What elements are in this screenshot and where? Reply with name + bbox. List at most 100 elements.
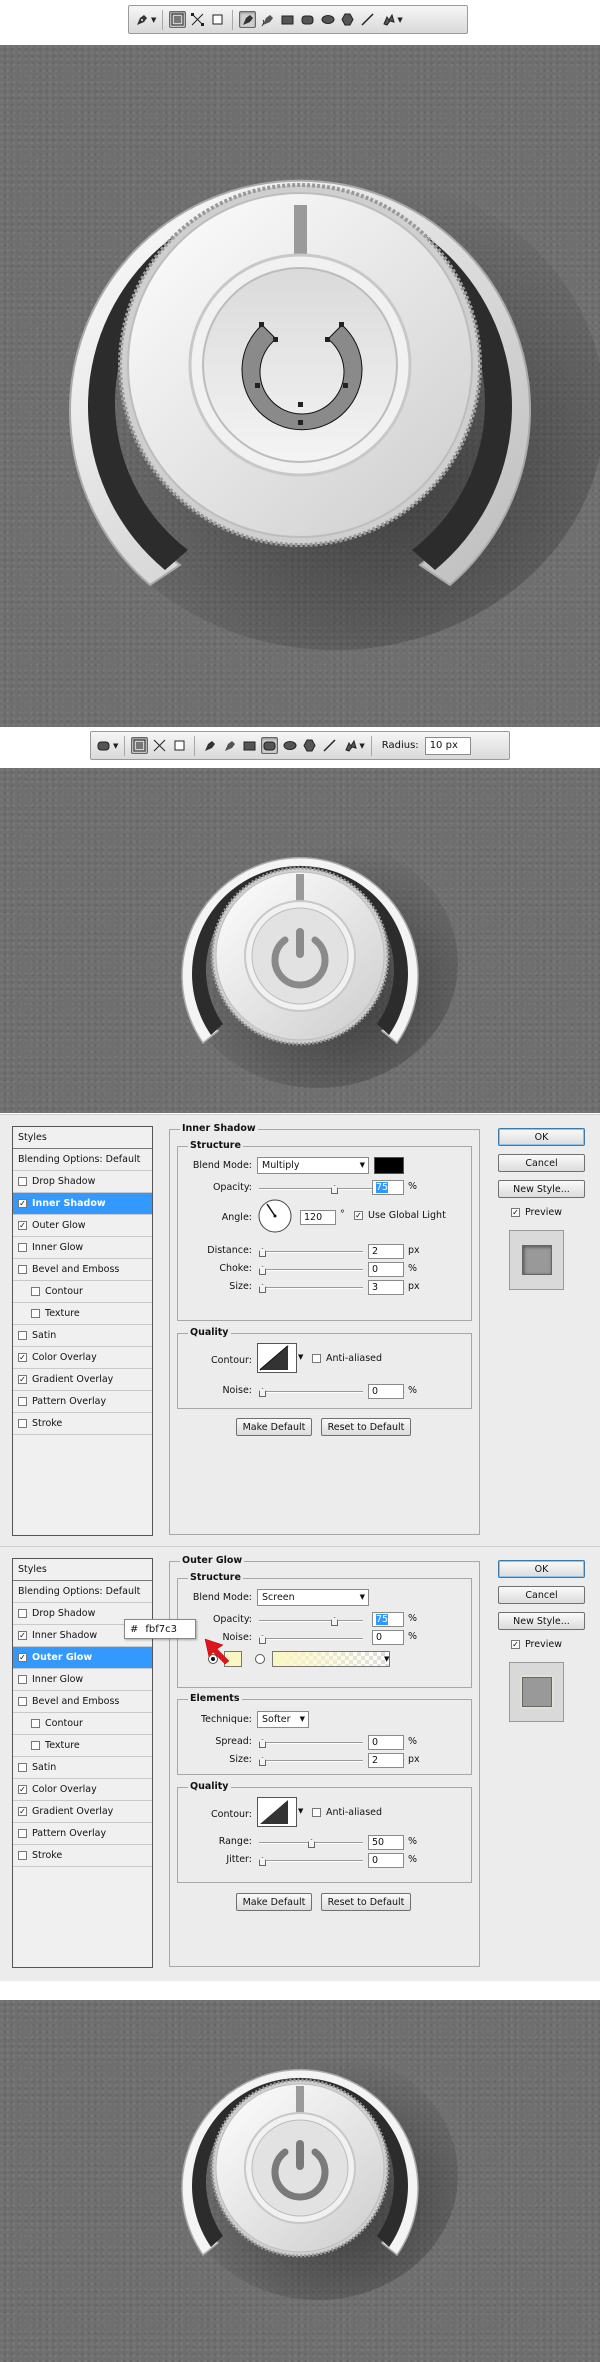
fill-pixels-icon[interactable] bbox=[209, 11, 226, 28]
checkbox-icon[interactable] bbox=[18, 1763, 27, 1772]
preview-checkbox[interactable]: ✓ Preview bbox=[511, 1639, 562, 1650]
line-icon[interactable] bbox=[321, 737, 338, 754]
pen-icon[interactable] bbox=[239, 11, 257, 28]
contour-picker[interactable] bbox=[257, 1343, 297, 1373]
distance-input[interactable]: 2 bbox=[368, 1244, 404, 1259]
preview-checkbox[interactable]: ✓ Preview bbox=[511, 1207, 562, 1218]
spread-slider[interactable] bbox=[259, 1742, 363, 1744]
checkbox-icon[interactable] bbox=[31, 1309, 40, 1318]
noise-input[interactable]: 0 bbox=[368, 1384, 404, 1399]
style-item-inner-shadow[interactable]: ✓ Inner Shadow bbox=[13, 1193, 152, 1215]
style-item-pattern-overlay[interactable]: Pattern Overlay bbox=[13, 1823, 152, 1845]
blend-mode-select[interactable]: Multiply ▼ bbox=[257, 1157, 369, 1174]
checkbox-checked-icon[interactable]: ✓ bbox=[18, 1807, 27, 1816]
jitter-slider[interactable] bbox=[259, 1860, 363, 1862]
shadow-color-swatch[interactable] bbox=[374, 1157, 404, 1174]
checkbox-icon[interactable] bbox=[18, 1697, 27, 1706]
new-style-button[interactable]: New Style... bbox=[498, 1180, 585, 1198]
checkbox-icon[interactable] bbox=[18, 1331, 27, 1340]
checkbox-icon[interactable] bbox=[18, 1265, 27, 1274]
chevron-down-icon[interactable]: ▼ bbox=[384, 1655, 389, 1663]
angle-dial[interactable] bbox=[257, 1198, 293, 1234]
style-item-color-overlay[interactable]: ✓ Color Overlay bbox=[13, 1779, 152, 1801]
polygon-icon[interactable] bbox=[301, 737, 318, 754]
checkbox-icon[interactable] bbox=[18, 1829, 27, 1838]
checkbox-icon[interactable] bbox=[18, 1675, 27, 1684]
rounded-rectangle-icon[interactable] bbox=[299, 11, 316, 28]
custom-shape-icon[interactable] bbox=[379, 11, 396, 28]
reset-to-default-button[interactable]: Reset to Default bbox=[321, 1893, 411, 1911]
checkbox-icon[interactable] bbox=[31, 1719, 40, 1728]
checkbox-icon[interactable] bbox=[31, 1287, 40, 1296]
chevron-down-icon[interactable]: ▼ bbox=[151, 16, 156, 24]
size-slider[interactable] bbox=[259, 1760, 363, 1762]
cancel-button[interactable]: Cancel bbox=[498, 1586, 585, 1604]
distance-slider[interactable] bbox=[259, 1251, 363, 1253]
style-item-inner-glow[interactable]: Inner Glow bbox=[13, 1669, 152, 1691]
checkbox-icon[interactable] bbox=[18, 1609, 27, 1618]
rounded-rectangle-icon[interactable] bbox=[261, 737, 279, 754]
chevron-down-icon[interactable]: ▼ bbox=[298, 1807, 303, 1815]
ok-button[interactable]: OK bbox=[498, 1128, 585, 1146]
style-item-texture[interactable]: Texture bbox=[13, 1735, 152, 1757]
checkbox-checked-icon[interactable]: ✓ bbox=[18, 1375, 27, 1384]
choke-input[interactable]: 0 bbox=[368, 1262, 404, 1277]
opacity-input[interactable]: 75 bbox=[372, 1180, 404, 1195]
style-item-satin[interactable]: Satin bbox=[13, 1325, 152, 1347]
pen-tool-icon[interactable] bbox=[133, 11, 150, 28]
style-item-bevel-and-emboss[interactable]: Bevel and Emboss bbox=[13, 1259, 152, 1281]
checkbox-checked-icon[interactable]: ✓ bbox=[18, 1785, 27, 1794]
checkbox-checked-icon[interactable]: ✓ bbox=[18, 1631, 27, 1640]
style-item-styles[interactable]: Styles bbox=[13, 1127, 152, 1149]
style-item-contour[interactable]: Contour bbox=[13, 1281, 152, 1303]
size-input[interactable]: 3 bbox=[368, 1280, 404, 1295]
noise-slider[interactable] bbox=[259, 1391, 363, 1393]
style-item-outer-glow[interactable]: ✓ Outer Glow bbox=[13, 1215, 152, 1237]
make-default-button[interactable]: Make Default bbox=[236, 1418, 312, 1436]
style-item-blending-options-default[interactable]: Blending Options: Default bbox=[13, 1581, 152, 1603]
shape-layers-icon[interactable] bbox=[131, 737, 149, 754]
new-style-button[interactable]: New Style... bbox=[498, 1612, 585, 1630]
freeform-pen-icon[interactable] bbox=[221, 737, 238, 754]
style-item-stroke[interactable]: Stroke bbox=[13, 1413, 152, 1435]
ellipse-icon[interactable] bbox=[281, 737, 298, 754]
choke-slider[interactable] bbox=[259, 1269, 363, 1271]
style-item-contour[interactable]: Contour bbox=[13, 1713, 152, 1735]
chevron-down-icon[interactable]: ▼ bbox=[397, 16, 402, 24]
gradient-radio[interactable] bbox=[255, 1654, 265, 1664]
style-item-gradient-overlay[interactable]: ✓ Gradient Overlay bbox=[13, 1369, 152, 1391]
rounded-rectangle-tool-icon[interactable] bbox=[95, 737, 112, 754]
checkbox-icon[interactable] bbox=[31, 1741, 40, 1750]
style-item-blending-options-default[interactable]: Blending Options: Default bbox=[13, 1149, 152, 1171]
style-item-pattern-overlay[interactable]: Pattern Overlay bbox=[13, 1391, 152, 1413]
glow-gradient-picker[interactable] bbox=[272, 1651, 390, 1667]
spread-input[interactable]: 0 bbox=[368, 1735, 404, 1750]
custom-shape-icon[interactable] bbox=[341, 737, 358, 754]
noise-slider[interactable] bbox=[259, 1638, 363, 1640]
pen-icon[interactable] bbox=[201, 737, 218, 754]
style-item-styles[interactable]: Styles bbox=[13, 1559, 152, 1581]
opacity-input[interactable]: 75 bbox=[372, 1612, 404, 1627]
rectangle-icon[interactable] bbox=[241, 737, 258, 754]
style-item-bevel-and-emboss[interactable]: Bevel and Emboss bbox=[13, 1691, 152, 1713]
size-slider[interactable] bbox=[259, 1287, 363, 1289]
noise-input[interactable]: 0 bbox=[372, 1630, 404, 1645]
reset-to-default-button[interactable]: Reset to Default bbox=[321, 1418, 411, 1436]
freeform-pen-icon[interactable] bbox=[259, 11, 276, 28]
shape-layers-icon[interactable] bbox=[169, 11, 187, 28]
opacity-slider[interactable] bbox=[259, 1620, 363, 1622]
checkbox-checked-icon[interactable]: ✓ bbox=[18, 1653, 27, 1662]
chevron-down-icon[interactable]: ▼ bbox=[298, 1353, 303, 1361]
checkbox-icon[interactable] bbox=[18, 1419, 27, 1428]
style-item-stroke[interactable]: Stroke bbox=[13, 1845, 152, 1867]
style-item-inner-glow[interactable]: Inner Glow bbox=[13, 1237, 152, 1259]
radius-input[interactable]: 10 px bbox=[424, 736, 471, 755]
fill-pixels-icon[interactable] bbox=[171, 737, 188, 754]
ellipse-icon[interactable] bbox=[319, 11, 336, 28]
opacity-slider[interactable] bbox=[259, 1188, 383, 1190]
checkbox-icon[interactable] bbox=[18, 1177, 27, 1186]
anti-aliased-checkbox[interactable]: Anti-aliased bbox=[312, 1353, 382, 1364]
checkbox-checked-icon[interactable]: ✓ bbox=[18, 1353, 27, 1362]
style-item-satin[interactable]: Satin bbox=[13, 1757, 152, 1779]
blend-mode-select[interactable]: Screen ▼ bbox=[257, 1589, 369, 1606]
